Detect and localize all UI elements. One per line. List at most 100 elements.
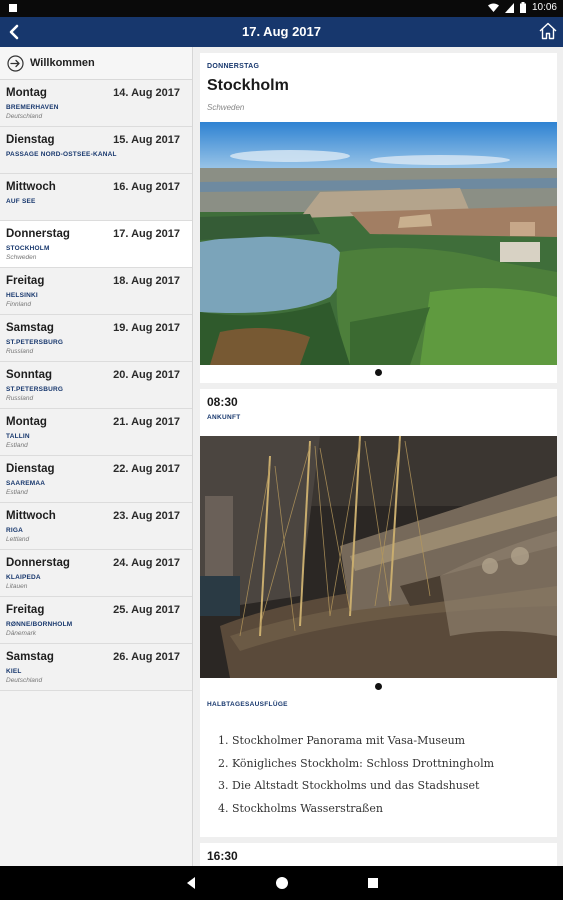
day-port: KIEL [6, 668, 22, 675]
nav-home-icon[interactable] [274, 875, 290, 891]
day-date: 15. Aug 2017 [113, 134, 180, 146]
day-country: Dänemark [6, 630, 36, 637]
day-item[interactable]: Dienstag 15. Aug 2017 PASSAGE NORD-OSTSEE-… [0, 127, 192, 174]
arrival-card: 08:30 ANKUNFT HALBTAGESAUSFLÜGE 1. Stock… [200, 389, 557, 837]
wifi-icon [487, 3, 499, 12]
day-date: 16. Aug 2017 [113, 181, 180, 193]
day-country: Finnland [6, 301, 31, 308]
notification-icon [9, 4, 17, 12]
day-weekday: Mittwoch [6, 181, 56, 193]
day-item[interactable]: Donnerstag 24. Aug 2017 KLAIPEDA Litauen [0, 550, 192, 597]
excursion-item[interactable]: Königliches Stockholm: Schloss Drottning… [232, 756, 494, 779]
day-date: 18. Aug 2017 [113, 275, 180, 287]
day-weekday: Mittwoch [6, 510, 56, 522]
day-country: Russland [6, 348, 34, 355]
day-list: Willkommen Montag 14. Aug 2017 BREMERHAVEN… [0, 47, 193, 866]
city-aerial-photo[interactable] [200, 122, 557, 365]
excursion-item[interactable]: Stockholms Wasserstraßen [232, 801, 494, 824]
day-weekday: Freitag [6, 604, 45, 616]
day-country: Deutschland [6, 113, 43, 120]
day-date: 19. Aug 2017 [113, 322, 180, 334]
day-weekday: Sonntag [6, 369, 52, 381]
day-date: 17. Aug 2017 [113, 228, 180, 240]
day-item[interactable]: Donnerstag 17. Aug 2017 STOCKHOLM Schweden [0, 221, 192, 268]
vasa-ship-photo[interactable] [200, 436, 557, 678]
day-weekday: Freitag [6, 275, 45, 287]
day-item[interactable]: Samstag 26. Aug 2017 KIEL Deutschland [0, 644, 192, 691]
carousel-dot[interactable] [375, 683, 382, 690]
detail-city: Stockholm [207, 77, 289, 94]
day-port: KLAIPEDA [6, 574, 41, 581]
nav-back-icon[interactable] [183, 875, 199, 891]
day-country: Deutschland [6, 677, 43, 684]
day-weekday: Samstag [6, 322, 54, 334]
day-date: 20. Aug 2017 [113, 369, 180, 381]
day-item[interactable]: Montag 14. Aug 2017 BREMERHAVEN Deutschland [0, 80, 192, 127]
day-country: Estland [6, 489, 28, 496]
day-date: 14. Aug 2017 [113, 87, 180, 99]
day-date: 25. Aug 2017 [113, 604, 180, 616]
excursions-label: HALBTAGESAUSFLÜGE [207, 701, 288, 708]
day-port: ST.PETERSBURG [6, 386, 64, 393]
app-bar: 17. Aug 2017 [0, 17, 563, 47]
welcome-item[interactable]: Willkommen [0, 47, 192, 80]
day-item[interactable]: Dienstag 22. Aug 2017 SAAREMAA Estland [0, 456, 192, 503]
day-weekday: Dienstag [6, 134, 55, 146]
excursion-item[interactable]: Die Altstadt Stockholms und das Stadshus… [232, 778, 494, 801]
day-weekday: Dienstag [6, 463, 55, 475]
day-detail: DONNERSTAG Stockholm Schweden 08:30 ANKU… [194, 47, 563, 866]
day-item[interactable]: Freitag 18. Aug 2017 HELSINKI Finnland [0, 268, 192, 315]
day-country: Russland [6, 395, 34, 402]
day-port: RIGA [6, 527, 24, 534]
day-item[interactable]: Freitag 25. Aug 2017 RØNNE/BORNHOLM Dänemar… [0, 597, 192, 644]
day-country: Estland [6, 442, 28, 449]
next-time: 16:30 [207, 849, 238, 863]
port-card: DONNERSTAG Stockholm Schweden [200, 53, 557, 383]
day-item[interactable]: Samstag 19. Aug 2017 ST.PETERSBURG Russland [0, 315, 192, 362]
day-weekday: Samstag [6, 651, 54, 663]
arrow-circle-icon [7, 54, 24, 72]
excursion-item[interactable]: Stockholmer Panorama mit Vasa-Museum [232, 733, 494, 756]
welcome-label: Willkommen [30, 57, 95, 69]
day-date: 22. Aug 2017 [113, 463, 180, 475]
day-port: BREMERHAVEN [6, 104, 59, 111]
day-port: STOCKHOLM [6, 245, 50, 252]
day-country: Schweden [6, 254, 37, 261]
status-bar: 10:06 [0, 0, 563, 17]
day-weekday: Donnerstag [6, 557, 70, 569]
day-date: 21. Aug 2017 [113, 416, 180, 428]
day-item[interactable]: Mittwoch 16. Aug 2017 AUF SEE [0, 174, 192, 221]
battery-icon [519, 2, 526, 13]
home-icon [539, 22, 557, 40]
day-weekday: Montag [6, 416, 47, 428]
day-port: ST.PETERSBURG [6, 339, 64, 346]
day-port: SAAREMAA [6, 480, 46, 487]
day-country: Lettland [6, 536, 30, 543]
detail-weekday: DONNERSTAG [207, 63, 260, 70]
day-item[interactable]: Sonntag 20. Aug 2017 ST.PETERSBURG Russland [0, 362, 192, 409]
day-weekday: Montag [6, 87, 47, 99]
day-item[interactable]: Mittwoch 23. Aug 2017 RIGA Lettland [0, 503, 192, 550]
day-port: PASSAGE NORD-OSTSEE-KANAL [6, 151, 117, 158]
day-item[interactable]: Montag 21. Aug 2017 TALLIN Estland [0, 409, 192, 456]
day-port: RØNNE/BORNHOLM [6, 621, 73, 628]
detail-country: Schweden [207, 103, 245, 112]
day-port: TALLIN [6, 433, 30, 440]
excursions-list: Stockholmer Panorama mit Vasa-Museum Kön… [220, 733, 494, 823]
day-date: 23. Aug 2017 [113, 510, 180, 522]
home-button[interactable] [537, 20, 559, 42]
day-date: 26. Aug 2017 [113, 651, 180, 663]
clock: 10:06 [531, 2, 557, 13]
day-port: AUF SEE [6, 198, 36, 205]
nav-recents-icon[interactable] [365, 875, 381, 891]
signal-icon [504, 2, 514, 13]
day-weekday: Donnerstag [6, 228, 70, 240]
carousel-dot[interactable] [375, 369, 382, 376]
page-title: 17. Aug 2017 [241, 24, 321, 39]
day-port: HELSINKI [6, 292, 38, 299]
system-nav-bar [0, 866, 563, 900]
day-date: 24. Aug 2017 [113, 557, 180, 569]
departure-card: 16:30 [200, 843, 557, 866]
arrival-label: ANKUNFT [207, 414, 241, 421]
arrival-time: 08:30 [207, 395, 238, 409]
